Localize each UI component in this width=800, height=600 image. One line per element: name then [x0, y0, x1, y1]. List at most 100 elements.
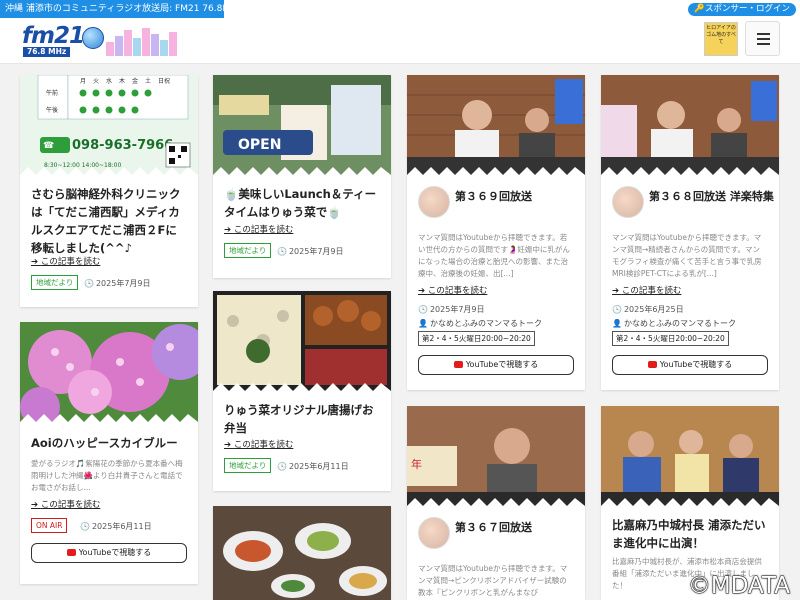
episode-date-text: 2025年7月9日 — [429, 305, 485, 314]
episode-date: 🕓 2025年6月25日 — [612, 304, 684, 315]
svg-text:木: 木 — [119, 77, 125, 85]
youtube-button-label: YouTubeで視聴する — [465, 360, 539, 369]
post-card[interactable]: りゅう菜オリジナル唐揚げお弁当 ➔ この記事を読む 地域だより 🕓 2025年6月… — [213, 291, 391, 491]
studio-photo: 年 — [407, 406, 585, 506]
episode-title[interactable]: 第３６８回放送 洋楽特集 — [649, 188, 774, 204]
youtube-button-label: YouTubeで視聴する — [659, 360, 733, 369]
read-more-label: この記事を読む — [621, 286, 682, 296]
episode-card[interactable]: 第３６８回放送 洋楽特集 マンマ質問はYoutubeから拝聴できます。マンマ質問… — [601, 75, 779, 390]
category-badge[interactable]: 地域だより — [31, 275, 79, 290]
category-badge[interactable]: 地域だより — [224, 458, 272, 473]
arrow-right-icon: ➔ — [612, 286, 622, 296]
arrow-right-icon: ➔ — [31, 500, 41, 510]
svg-text:火: 火 — [93, 78, 99, 85]
svg-text:☎: ☎ — [43, 141, 54, 151]
guest-photo — [601, 406, 779, 506]
svg-text:水: 水 — [106, 77, 112, 85]
post-date: 🕓 2025年6月11日 — [277, 461, 349, 472]
youtube-button[interactable]: YouTubeで視聴する — [612, 355, 768, 375]
avatar — [418, 186, 450, 218]
episode-title[interactable]: 第３６９回放送 — [455, 188, 532, 204]
arrow-right-icon: ➔ — [224, 225, 234, 235]
svg-text:土: 土 — [145, 77, 151, 85]
read-more-label: この記事を読む — [233, 225, 294, 235]
episode-date: 🕓 2025年7月9日 — [418, 304, 485, 315]
read-more-link[interactable]: ➔ この記事を読む — [224, 438, 293, 450]
svg-text:年: 年 — [411, 457, 422, 471]
hamburger-menu-button[interactable] — [745, 21, 780, 56]
post-date: 🕓 2025年7月9日 — [84, 278, 151, 289]
post-title[interactable]: 🍵美味しいLaunch＆ティータイムはりゅう菜で🍵 — [224, 185, 381, 221]
clinic-hours: 8:30~12:00 14:00~18:00 — [44, 162, 121, 169]
read-more-link[interactable]: ➔ この記事を読む — [31, 498, 100, 510]
clock-icon: 🕓 — [277, 462, 287, 471]
sponsor-banner-text: ヒロアイアのゴム地のすべて — [706, 25, 736, 45]
schedule-badge: 第2・4・5火曜日20:00~20:20 — [418, 331, 535, 346]
arrow-right-icon: ➔ — [224, 440, 234, 450]
program-name[interactable]: 👤 かなめとふみのマンマるトーク — [612, 318, 736, 329]
arrow-right-icon: ➔ — [31, 257, 41, 267]
clock-icon: 🕓 — [80, 522, 90, 531]
arrow-right-icon: ➔ — [418, 286, 428, 296]
post-date-text: 2025年7月9日 — [288, 247, 344, 256]
clinic-ad-image: 月火水木金土日祝 午前 午後 ☎ 098-963-7966 8:30~12:00… — [20, 75, 198, 175]
post-date: 🕓 2025年6月11日 — [80, 521, 152, 532]
episode-date-text: 2025年6月25日 — [623, 305, 684, 314]
post-title[interactable]: りゅう菜オリジナル唐揚げお弁当 — [224, 401, 381, 437]
sponsor-login-link[interactable]: 🔑スポンサー・ログイン — [688, 3, 796, 16]
svg-text:日祝: 日祝 — [158, 77, 170, 85]
sponsor-banner[interactable]: ヒロアイアのゴム地のすべて — [704, 22, 738, 56]
episode-excerpt: マンマ質問はYoutubeから拝聴できます。マンマ質問→精続者さんからの質問です… — [612, 233, 762, 278]
schedule-badge: 第2・4・5火曜日20:00~20:20 — [612, 331, 729, 346]
post-excerpt: 愛がるラジオ🎵紫陽花の季節から夏本番へ梅雨明けした沖縄🌺より白井貴子さんと電話で… — [31, 459, 183, 492]
logo-frequency: 76.8 MHz — [23, 47, 71, 57]
studio-photo — [601, 75, 779, 175]
logo-text: fm21 — [22, 23, 85, 49]
read-more-label: この記事を読む — [40, 500, 101, 510]
post-title[interactable]: 比嘉麻乃中城村長 浦添ただいま進化中に出演！ — [612, 516, 769, 552]
episode-title[interactable]: 第３６７回放送 — [455, 519, 532, 535]
post-date-text: 2025年6月11日 — [91, 522, 152, 531]
category-badge[interactable]: 地域だより — [224, 243, 272, 258]
program-name-text: かなめとふみのマンマるトーク — [429, 319, 542, 328]
site-logo[interactable]: fm21 76.8 MHz — [22, 23, 182, 59]
read-more-label: この記事を読む — [427, 286, 488, 296]
bento-image — [213, 291, 391, 391]
post-card[interactable] — [213, 506, 391, 600]
clock-icon: 🕓 — [84, 279, 94, 288]
read-more-link[interactable]: ➔ この記事を読む — [612, 284, 681, 296]
youtube-button[interactable]: YouTubeで視聴する — [418, 355, 574, 375]
episode-card[interactable]: 第３６９回放送 マンマ質問はYoutubeから拝聴できます。若い世代の方からの質… — [407, 75, 585, 390]
episode-excerpt: マンマ質問はYoutubeから拝聴できます。若い世代の方からの質問です🤰妊娠中に… — [418, 233, 570, 278]
equalizer-graphic — [106, 26, 182, 56]
read-more-label: この記事を読む — [40, 257, 101, 267]
clinic-phone: 098-963-7966 — [72, 138, 173, 153]
category-badge[interactable]: ON AIR — [31, 518, 68, 533]
clock-icon: 🕓 — [418, 305, 428, 314]
post-date-text: 2025年6月11日 — [288, 462, 349, 471]
read-more-link[interactable]: ➔ この記事を読む — [224, 223, 293, 235]
food-image — [213, 506, 391, 600]
site-header: fm21 76.8 MHz ヒロアイアのゴム地のすべて — [0, 18, 800, 64]
read-more-link[interactable]: ➔ この記事を読む — [418, 284, 487, 296]
sponsor-login-label: スポンサー・ログイン — [704, 4, 790, 14]
post-card[interactable]: 比嘉麻乃中城村長 浦添ただいま進化中に出演！ 比嘉麻乃中城村長が、浦添市松本商店… — [601, 406, 779, 600]
read-more-link[interactable]: ➔ この記事を読む — [31, 255, 100, 267]
youtube-button-label: YouTubeで視聴する — [78, 548, 152, 557]
post-date: 🕓 2025年7月9日 — [277, 246, 344, 257]
program-name[interactable]: 👤 かなめとふみのマンマるトーク — [418, 318, 542, 329]
hydrangea-image — [20, 322, 198, 422]
youtube-icon — [66, 549, 76, 556]
post-card[interactable]: OPEN 🍵美味しいLaunch＆ティータイムはりゅう菜で🍵 ➔ この記事を読む… — [213, 75, 391, 278]
site-tagline: 沖縄 浦添市のコミュニティラジオ放送局: FM21 76.8MHz — [0, 0, 224, 18]
post-title[interactable]: Aoiのハッピースカイブルー — [31, 434, 188, 452]
avatar — [612, 186, 644, 218]
post-title[interactable]: さむら脳神経外科クリニックは「てだこ浦西駅」メディカルスクエアてだこ浦西２Fに移… — [31, 185, 188, 257]
watermark: ©MDATA — [687, 573, 790, 600]
post-card[interactable]: 月火水木金土日祝 午前 午後 ☎ 098-963-7966 8:30~12:00… — [20, 75, 198, 307]
post-card[interactable]: Aoiのハッピースカイブルー 愛がるラジオ🎵紫陽花の季節から夏本番へ梅雨明けした… — [20, 322, 198, 584]
episode-excerpt: マンマ質問はYoutubeから拝聴できます。マンマ質問→ピンクリボンアドバイザー… — [418, 564, 568, 597]
youtube-button[interactable]: YouTubeで視聴する — [31, 543, 187, 563]
episode-card[interactable]: 年 第３６７回放送 マンマ質問はYoutubeから拝聴できます。マンマ質問→ピン… — [407, 406, 585, 600]
key-icon: 🔑 — [694, 4, 705, 14]
